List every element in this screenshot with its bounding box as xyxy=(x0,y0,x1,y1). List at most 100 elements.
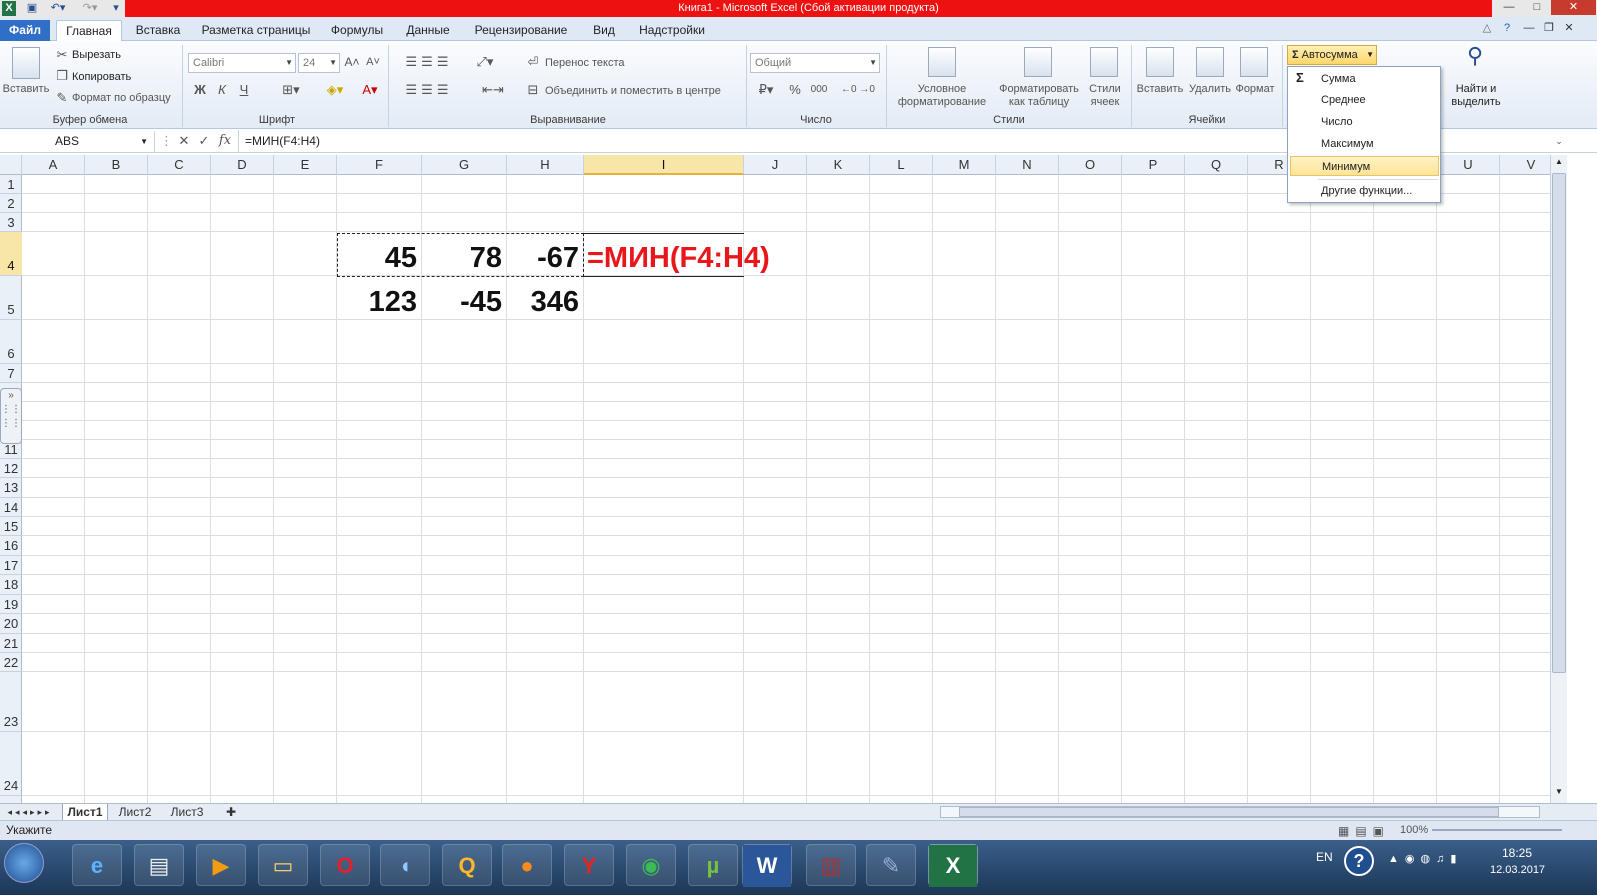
row-header[interactable]: 13 xyxy=(0,478,22,498)
vertical-scrollbar[interactable]: ▲ ▼ xyxy=(1550,155,1567,803)
cancel-icon[interactable]: ✕ xyxy=(176,132,192,150)
percent-icon[interactable]: % xyxy=(786,81,804,99)
scroll-down-icon[interactable]: ▼ xyxy=(1552,785,1566,799)
italic-button[interactable]: К xyxy=(213,81,231,99)
utorrent-icon[interactable]: µ xyxy=(688,844,738,886)
enter-icon[interactable]: ✓ xyxy=(196,132,212,150)
column-header[interactable]: E xyxy=(274,155,337,175)
row-header[interactable]: 4 xyxy=(0,232,22,276)
column-header[interactable]: A xyxy=(22,155,85,175)
menu-item-max[interactable]: Максимум xyxy=(1290,134,1439,154)
language-indicator[interactable]: EN xyxy=(1316,850,1333,864)
menu-item-sum[interactable]: Сумма xyxy=(1290,69,1439,89)
vertical-align-icons[interactable]: ☰☰☰ xyxy=(396,53,462,71)
opera-icon[interactable]: O xyxy=(320,844,370,886)
row-header[interactable]: 14 xyxy=(0,498,22,517)
conditional-format-button[interactable]: Условное форматирование xyxy=(890,83,994,109)
fill-color-icon[interactable]: ◈▾ xyxy=(320,81,350,99)
menu-item-more-functions[interactable]: Другие функции... xyxy=(1290,181,1439,201)
bold-button[interactable]: Ж xyxy=(191,81,209,99)
borders-icon[interactable]: ⊞▾ xyxy=(278,81,304,99)
tab-addins[interactable]: Надстройки xyxy=(631,21,713,40)
row-header[interactable]: 24 xyxy=(0,732,22,796)
cell-h5[interactable]: 346 xyxy=(507,284,579,320)
panel-grip-icon[interactable]: » ⋮⋮ ⋮⋮ xyxy=(0,388,22,444)
expand-formula-icon[interactable]: ⌄ xyxy=(1552,132,1566,150)
tab-page-layout[interactable]: Разметка страницы xyxy=(195,21,317,40)
firefox-icon[interactable]: ● xyxy=(502,844,552,886)
name-box[interactable]: ABS ▼ xyxy=(0,131,155,152)
scroll-up-icon[interactable]: ▲ xyxy=(1552,155,1566,169)
row-header[interactable]: 16 xyxy=(0,536,22,556)
tab-home[interactable]: Главная xyxy=(56,20,122,41)
zoom-level[interactable]: 100% xyxy=(1400,824,1428,836)
find-select-button[interactable]: Найти и выделить xyxy=(1446,83,1506,109)
row-header[interactable]: 7 xyxy=(0,364,22,383)
insert-sheet-icon[interactable]: ✚ xyxy=(220,804,242,821)
column-header[interactable]: M xyxy=(933,155,996,175)
winrar-icon[interactable]: ▥ xyxy=(806,844,856,886)
workbook-restore-icon[interactable]: ❐ xyxy=(1540,21,1558,36)
hscroll-thumb[interactable] xyxy=(959,807,1499,817)
chevron-down-icon[interactable]: ▼ xyxy=(1366,46,1374,64)
worksheet-grid[interactable] xyxy=(22,175,1550,803)
save-icon[interactable]: ▣ xyxy=(24,1,40,16)
thousands-icon[interactable]: 000 xyxy=(808,81,830,99)
paint-icon[interactable]: ✎ xyxy=(866,844,916,886)
sheet-tab-3[interactable]: Лист3 xyxy=(164,804,210,821)
row-header[interactable]: 3 xyxy=(0,213,22,232)
indent-icons[interactable]: ⇤⇥ xyxy=(470,81,516,99)
font-size-combo[interactable]: 24 ▼ xyxy=(298,53,340,73)
font-color-icon[interactable]: A▾ xyxy=(356,81,384,99)
row-header[interactable]: 6 xyxy=(0,320,22,364)
resize-dots-icon[interactable]: ⋮ xyxy=(160,132,173,150)
menu-item-count[interactable]: Число xyxy=(1290,112,1439,132)
tab-view[interactable]: Вид xyxy=(583,21,625,40)
cell-h4[interactable]: -67 xyxy=(507,240,579,276)
menu-item-min[interactable]: Минимум xyxy=(1290,156,1439,176)
minimize-icon[interactable]: — xyxy=(1495,0,1523,15)
view-buttons-icon[interactable]: ▦▤▣ xyxy=(1338,824,1390,838)
zoom-slider[interactable] xyxy=(1432,829,1562,831)
column-header[interactable]: K xyxy=(807,155,870,175)
paste-icon[interactable] xyxy=(12,47,40,79)
ribbon-collapse-icon[interactable]: △ xyxy=(1478,21,1496,36)
formula-input[interactable]: =МИН(F4:H4) xyxy=(245,131,320,152)
column-header[interactable]: L xyxy=(870,155,933,175)
tray-icons[interactable]: ▲◉◍♫▮ xyxy=(1388,852,1462,865)
notepad-icon[interactable]: ▤ xyxy=(134,844,184,886)
row-header[interactable]: 5 xyxy=(0,276,22,320)
column-header[interactable]: O xyxy=(1059,155,1122,175)
format-painter-button[interactable]: Формат по образцу xyxy=(72,92,171,105)
row-header[interactable]: 12 xyxy=(0,459,22,478)
row-header[interactable]: 15 xyxy=(0,517,22,536)
excel-taskbar-icon[interactable]: X xyxy=(928,844,978,887)
delete-cells-button[interactable]: Удалить xyxy=(1186,83,1234,96)
cell-f4[interactable]: 45 xyxy=(337,240,417,276)
column-header[interactable]: P xyxy=(1122,155,1185,175)
row-header[interactable]: 2 xyxy=(0,194,22,213)
horizontal-align-icons[interactable]: ☰☰☰ xyxy=(396,81,462,99)
cell-f5[interactable]: 123 xyxy=(337,284,417,320)
customize-qat-icon[interactable]: ▾ xyxy=(110,1,122,16)
undo-icon[interactable]: ↶▾ xyxy=(46,1,70,16)
column-header[interactable]: G xyxy=(422,155,507,175)
column-header[interactable]: U xyxy=(1437,155,1500,175)
yandex-icon[interactable]: Y xyxy=(564,844,614,886)
column-header[interactable]: D xyxy=(211,155,274,175)
copy-button[interactable]: Копировать xyxy=(72,71,131,84)
sheet-tab-2[interactable]: Лист2 xyxy=(112,804,158,821)
conditional-format-icon[interactable] xyxy=(928,47,956,77)
help-tray-icon[interactable]: ? xyxy=(1344,846,1374,876)
search-app-icon[interactable]: Q xyxy=(442,844,492,886)
cell-styles-button[interactable]: Стили ячеек xyxy=(1082,83,1128,109)
row-header[interactable]: 23 xyxy=(0,672,22,732)
column-header[interactable]: Q xyxy=(1185,155,1248,175)
format-as-table-button[interactable]: Форматировать как таблицу xyxy=(996,83,1082,109)
cell-styles-icon[interactable] xyxy=(1090,47,1118,77)
column-header[interactable]: I xyxy=(584,155,744,175)
column-header[interactable]: N xyxy=(996,155,1059,175)
paste-button[interactable]: Вставить xyxy=(2,83,50,96)
column-header[interactable]: B xyxy=(85,155,148,175)
explorer-icon[interactable]: ▭ xyxy=(258,844,308,886)
